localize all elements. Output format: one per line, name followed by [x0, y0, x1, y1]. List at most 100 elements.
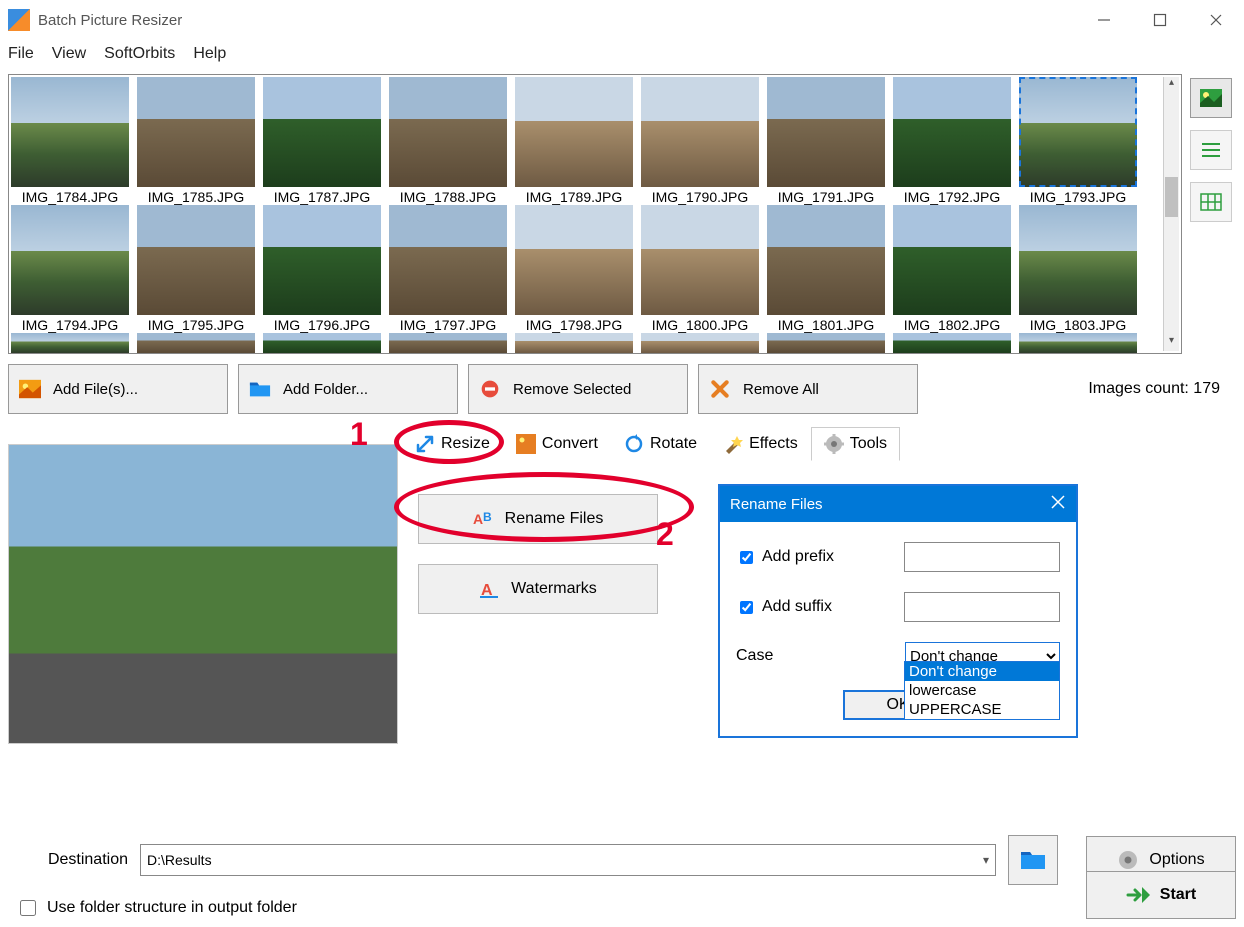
tab-rotate[interactable]: Rotate	[611, 427, 710, 461]
use-folder-structure-input[interactable]	[20, 900, 36, 916]
remove-selected-button[interactable]: Remove Selected	[468, 364, 688, 414]
thumbnail[interactable]: IMG_1788.JPG	[389, 77, 507, 205]
dialog-title: Rename Files	[730, 496, 823, 513]
menu-softorbits[interactable]: SoftOrbits	[104, 45, 175, 63]
thumbnail[interactable]	[641, 333, 759, 353]
thumbnail-image[interactable]	[893, 205, 1011, 315]
maximize-button[interactable]	[1132, 0, 1188, 40]
thumbnail-image[interactable]	[137, 205, 255, 315]
thumbnail[interactable]	[1019, 333, 1137, 353]
thumbnail-image[interactable]	[515, 77, 633, 187]
add-folder-button[interactable]: Add Folder...	[238, 364, 458, 414]
menu-help[interactable]: Help	[193, 45, 226, 63]
browse-folder-button[interactable]	[1008, 835, 1058, 885]
rename-files-button[interactable]: AB Rename Files	[418, 494, 658, 544]
menu-file[interactable]: File	[8, 45, 34, 63]
thumbnail-image[interactable]	[1019, 205, 1137, 315]
thumbnail-image[interactable]	[11, 205, 129, 315]
thumbnail-image[interactable]	[389, 77, 507, 187]
remove-all-button[interactable]: Remove All	[698, 364, 918, 414]
tab-convert[interactable]: Convert	[503, 427, 611, 461]
thumbnail[interactable]	[137, 333, 255, 353]
thumbnail-image[interactable]	[389, 333, 507, 353]
thumbnail[interactable]: IMG_1798.JPG	[515, 205, 633, 333]
thumbnail[interactable]: IMG_1784.JPG	[11, 77, 129, 205]
view-list-button[interactable]	[1190, 130, 1232, 170]
scroll-down-icon[interactable]: ▾	[1164, 335, 1179, 351]
scroll-up-icon[interactable]: ▴	[1164, 77, 1179, 93]
case-option[interactable]: lowercase	[905, 681, 1059, 700]
thumbnail-image[interactable]	[767, 333, 885, 353]
case-option[interactable]: UPPERCASE	[905, 700, 1059, 719]
dialog-close-icon[interactable]	[1050, 494, 1066, 514]
thumbnail-gallery[interactable]: IMG_1784.JPGIMG_1785.JPGIMG_1787.JPGIMG_…	[8, 74, 1182, 354]
thumbnail-image[interactable]	[11, 77, 129, 187]
thumbnail-image[interactable]	[263, 77, 381, 187]
dialog-title-bar[interactable]: Rename Files	[720, 486, 1076, 522]
thumbnail-image[interactable]	[137, 333, 255, 353]
menu-view[interactable]: View	[52, 45, 86, 63]
thumbnail-image[interactable]	[893, 77, 1011, 187]
thumbnail-image[interactable]	[1019, 77, 1137, 187]
thumbnail-image[interactable]	[1019, 333, 1137, 353]
scroll-thumb[interactable]	[1165, 177, 1178, 217]
thumbnail-image[interactable]	[641, 77, 759, 187]
add-prefix-input[interactable]	[740, 551, 753, 564]
minimize-button[interactable]	[1076, 0, 1132, 40]
tab-resize[interactable]: Resize	[402, 427, 503, 461]
thumbnail[interactable]: IMG_1793.JPG	[1019, 77, 1137, 205]
thumbnail[interactable]: IMG_1801.JPG	[767, 205, 885, 333]
add-files-button[interactable]: Add File(s)...	[8, 364, 228, 414]
add-suffix-input[interactable]	[740, 601, 753, 614]
thumbnail-image[interactable]	[11, 333, 129, 353]
thumbnail-image[interactable]	[263, 205, 381, 315]
tab-tools[interactable]: Tools	[811, 427, 900, 461]
thumbnail-image[interactable]	[767, 77, 885, 187]
view-grid-button[interactable]	[1190, 182, 1232, 222]
tab-effects[interactable]: Effects	[710, 427, 811, 461]
thumbnail[interactable]: IMG_1790.JPG	[641, 77, 759, 205]
thumbnail[interactable]: IMG_1785.JPG	[137, 77, 255, 205]
start-button[interactable]: Start	[1086, 871, 1236, 919]
thumbnail[interactable]: IMG_1794.JPG	[11, 205, 129, 333]
thumbnail[interactable]: IMG_1797.JPG	[389, 205, 507, 333]
thumbnail[interactable]: IMG_1803.JPG	[1019, 205, 1137, 333]
thumbnail[interactable]	[767, 333, 885, 353]
prefix-text-input[interactable]	[904, 542, 1060, 572]
thumbnail[interactable]: IMG_1792.JPG	[893, 77, 1011, 205]
thumbnail-image[interactable]	[767, 205, 885, 315]
thumbnail[interactable]	[515, 333, 633, 353]
case-dropdown-list[interactable]: Don't changelowercaseUPPERCASE	[904, 661, 1060, 720]
thumbnail-image[interactable]	[641, 205, 759, 315]
thumbnail[interactable]: IMG_1796.JPG	[263, 205, 381, 333]
thumbnail[interactable]: IMG_1789.JPG	[515, 77, 633, 205]
thumbnail[interactable]	[11, 333, 129, 353]
thumbnail-image[interactable]	[263, 333, 381, 353]
close-button[interactable]	[1188, 0, 1244, 40]
thumbnail-image[interactable]	[137, 77, 255, 187]
thumbnail-image[interactable]	[389, 205, 507, 315]
thumbnail-image[interactable]	[641, 333, 759, 353]
thumbnail[interactable]: IMG_1795.JPG	[137, 205, 255, 333]
title-bar: Batch Picture Resizer	[0, 0, 1244, 40]
add-suffix-checkbox[interactable]: Add suffix	[736, 598, 894, 617]
thumbnail[interactable]: IMG_1800.JPG	[641, 205, 759, 333]
add-prefix-checkbox[interactable]: Add prefix	[736, 548, 894, 567]
suffix-text-input[interactable]	[904, 592, 1060, 622]
view-thumbnails-button[interactable]	[1190, 78, 1232, 118]
thumbnail-image[interactable]	[515, 333, 633, 353]
watermarks-button[interactable]: A Watermarks	[418, 564, 658, 614]
case-option[interactable]: Don't change	[905, 662, 1059, 681]
thumbnail[interactable]: IMG_1791.JPG	[767, 77, 885, 205]
destination-combo[interactable]: D:\Results ▾	[140, 844, 996, 876]
thumbnail-image[interactable]	[515, 205, 633, 315]
thumbnail[interactable]	[263, 333, 381, 353]
gallery-scrollbar[interactable]: ▴ ▾	[1163, 77, 1179, 351]
thumbnail[interactable]	[893, 333, 1011, 353]
start-label: Start	[1160, 886, 1196, 904]
thumbnail[interactable]: IMG_1787.JPG	[263, 77, 381, 205]
thumbnail-image[interactable]	[893, 333, 1011, 353]
thumbnail[interactable]	[389, 333, 507, 353]
use-folder-structure-checkbox[interactable]: Use folder structure in output folder	[16, 897, 297, 919]
thumbnail[interactable]: IMG_1802.JPG	[893, 205, 1011, 333]
